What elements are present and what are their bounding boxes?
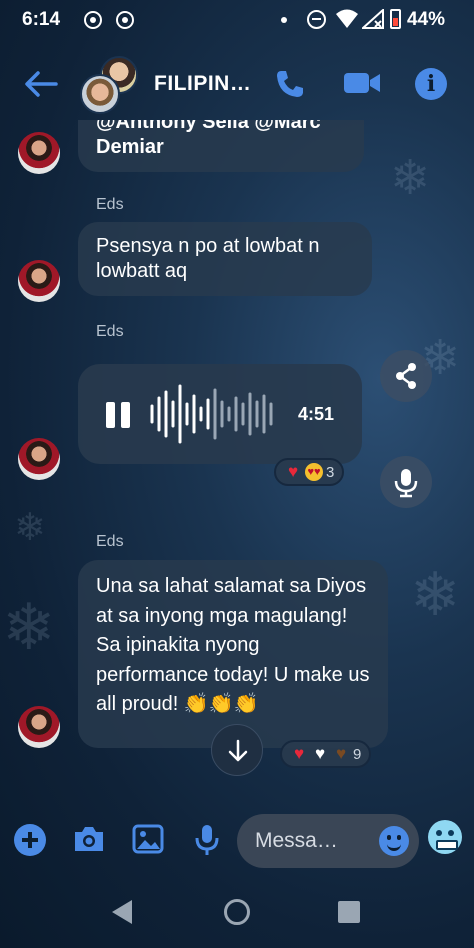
message-input[interactable]: Messa… — [237, 814, 419, 868]
snowflake-decoration: ❄ — [390, 152, 431, 205]
camera-icon[interactable] — [72, 824, 106, 854]
pause-icon[interactable] — [106, 402, 132, 428]
reactions-summary[interactable]: ♥ ♥♥ 3 — [274, 458, 345, 486]
snowflake-decoration: ❄ — [2, 591, 56, 663]
nav-recents-icon[interactable] — [338, 901, 360, 923]
do-not-disturb-icon — [307, 10, 326, 29]
sender-name: Eds — [96, 196, 124, 213]
emoji-icon[interactable] — [379, 826, 409, 856]
wifi-icon — [336, 9, 358, 28]
sender-name: Eds — [96, 533, 124, 550]
nav-back-icon[interactable] — [112, 900, 132, 924]
battery-percent: 44% — [407, 9, 446, 30]
message-bubble[interactable]: Psensya n po at lowbat n lowbatt aq — [78, 222, 372, 296]
reaction-count: 9 — [353, 745, 362, 763]
reaction-count: 3 — [326, 463, 335, 481]
battery-icon — [390, 9, 401, 29]
avatar[interactable] — [18, 132, 60, 174]
arrow-down-icon — [228, 739, 248, 762]
screen-record-icon — [84, 11, 102, 29]
status-time: 6:14 — [22, 9, 61, 30]
avatar[interactable] — [18, 438, 60, 480]
notification-dot-icon — [281, 17, 287, 23]
image-icon[interactable] — [132, 824, 164, 854]
group-avatar[interactable] — [80, 56, 140, 114]
heart-eyes-emoji-icon: ♥♥ — [305, 463, 323, 481]
brown-heart-icon: ♥ — [335, 744, 347, 763]
message-text: @Anthony Sella @Marc — [96, 120, 321, 133]
waveform-icon — [150, 384, 273, 444]
plus-icon[interactable] — [14, 824, 46, 856]
arrow-left-icon[interactable] — [24, 70, 58, 98]
avatar — [80, 74, 120, 114]
message-bubble[interactable]: @Anthony Sella @Marc Demiar — [78, 120, 364, 172]
voice-message[interactable]: 4:51 — [78, 364, 362, 464]
chat-header: FILIPIN… i — [0, 48, 474, 120]
message-input-placeholder: Messa… — [255, 829, 338, 852]
heart-icon: ♥ — [293, 744, 305, 763]
sender-name: Eds — [96, 323, 124, 340]
screen-record-icon — [116, 11, 134, 29]
phone-icon[interactable] — [274, 68, 306, 100]
quick-reaction-emoji-icon[interactable] — [428, 820, 462, 854]
microphone-icon[interactable] — [194, 824, 220, 856]
system-nav-bar — [0, 880, 474, 948]
white-heart-icon: ♥ — [314, 744, 326, 763]
info-icon[interactable]: i — [415, 68, 447, 100]
avatar[interactable] — [18, 706, 60, 748]
scroll-down-button[interactable] — [211, 724, 263, 776]
nav-home-icon[interactable] — [224, 899, 250, 925]
share-button[interactable] — [380, 350, 432, 402]
share-icon — [396, 363, 416, 389]
heart-icon: ♥ — [287, 462, 299, 481]
voice-duration: 4:51 — [298, 404, 335, 424]
reactions-summary[interactable]: ♥ ♥ ♥ 9 — [280, 740, 372, 768]
message-text: Una sa lahat salamat sa Diyos at sa inyo… — [96, 575, 370, 715]
composer-bar: Messa… — [0, 812, 474, 872]
message-text: Demiar — [96, 136, 164, 158]
microphone-icon — [394, 469, 418, 498]
signal-icon — [362, 9, 384, 29]
message-text: Psensya n po at lowbat n lowbatt aq — [96, 235, 320, 282]
snowflake-decoration: ❄ — [14, 507, 46, 549]
chat-title[interactable]: FILIPIN… — [154, 72, 251, 96]
snowflake-decoration: ❄ — [410, 561, 461, 628]
voice-reply-button[interactable] — [380, 456, 432, 508]
video-camera-icon[interactable] — [343, 68, 381, 98]
avatar[interactable] — [18, 260, 60, 302]
message-bubble[interactable]: Una sa lahat salamat sa Diyos at sa inyo… — [78, 560, 388, 748]
status-bar: 6:14 44% — [0, 0, 474, 40]
